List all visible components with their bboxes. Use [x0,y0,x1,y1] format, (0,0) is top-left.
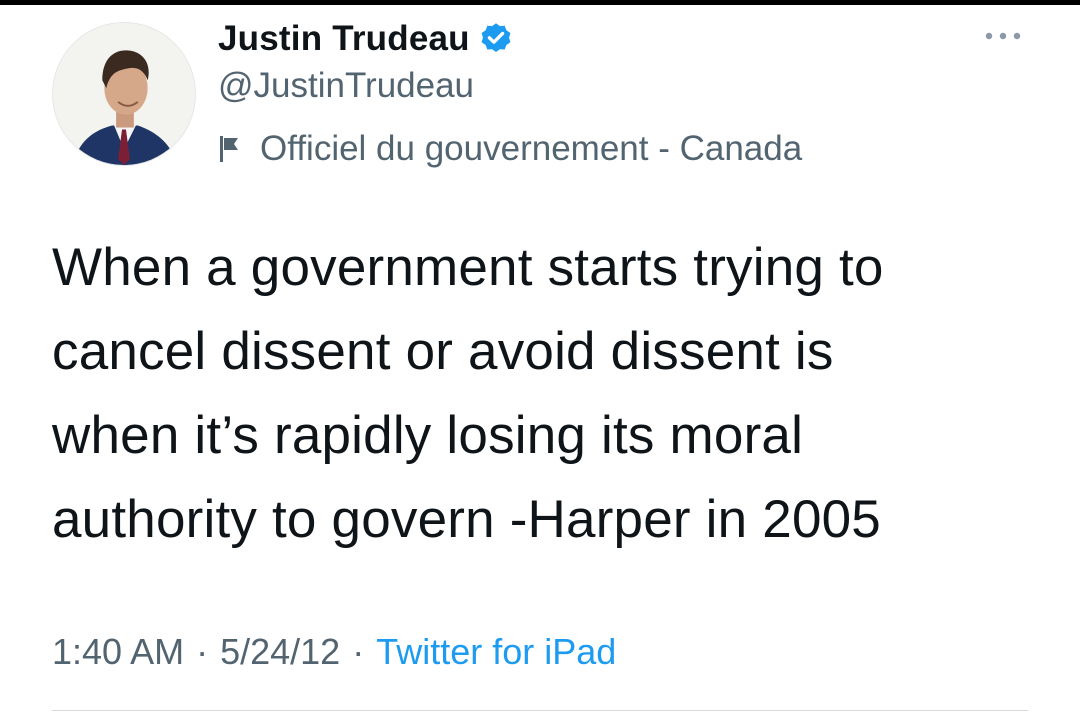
verified-badge-icon [478,21,514,57]
avatar-image [53,23,195,165]
tweet-date[interactable]: 5/24/12 [220,631,340,673]
tweet-time[interactable]: 1:40 AM [52,631,184,673]
tweet-source-link[interactable]: Twitter for iPad [376,631,616,673]
meta-separator: · [352,631,365,672]
divider [52,710,1028,711]
flag-icon [218,134,244,164]
government-label: Officiel du gouvernement - Canada [260,129,803,168]
more-options-icon[interactable] [982,24,1024,48]
author-name[interactable]: Justin Trudeau [218,19,470,59]
government-label-row[interactable]: Officiel du gouvernement - Canada [218,125,802,173]
top-edge-bar [0,0,1080,5]
meta-separator: · [196,631,209,672]
avatar[interactable] [52,22,196,166]
tweet-meta: 1:40 AM · 5/24/12 · Twitter for iPad [52,624,616,680]
author-handle[interactable]: @JustinTrudeau [218,66,474,106]
author-name-row: Justin Trudeau [218,14,514,64]
tweet-text: When a government starts trying to cance… [52,238,884,549]
